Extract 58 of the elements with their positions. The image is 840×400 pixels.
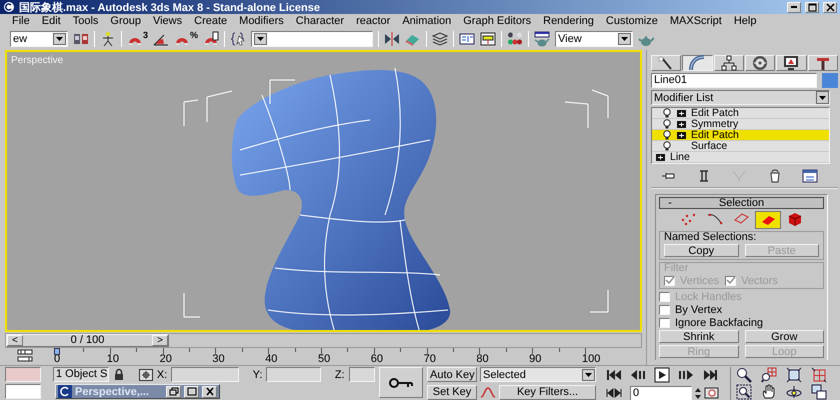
frame-tick-label: 100 [582,353,602,365]
menu-item[interactable]: MAXScript [664,15,728,27]
menu-item[interactable]: Views [146,15,188,27]
menu-item[interactable]: Edit [36,15,67,27]
coordinate-label: Z: [334,368,345,380]
frame-tick-label: 50 [318,353,332,365]
menu-item[interactable]: Animation [396,15,458,27]
frame-tick-label: 80 [476,353,490,365]
coordinate-label: Y: [252,368,262,380]
menu-item[interactable]: Create [188,15,234,27]
menu-item[interactable]: Tools [66,15,104,27]
menu-item[interactable]: Character [290,15,350,27]
snap-label: % [190,31,198,40]
key-set-dropdown[interactable]: Selected [480,367,596,382]
menu-item[interactable]: Group [104,15,147,27]
menu-item[interactable]: Help [728,15,762,27]
panel-button[interactable]: Copy [664,244,738,257]
dropdown-field[interactable]: View [555,31,634,47]
menu-item[interactable]: Modifiers [233,15,290,27]
frame-tick-label: 10 [106,353,120,365]
time-slider-thumb[interactable]: < 0 / 100 > [6,334,169,347]
menu-item[interactable]: Graph Editors [457,15,538,27]
frame-tick-label: 70 [424,353,437,365]
menu-item[interactable]: Customize [600,15,664,27]
menu-item[interactable]: reactor [350,15,396,27]
panel-button[interactable]: Grow [744,330,824,343]
coordinate-label: X: [156,368,168,380]
menu-item[interactable]: Rendering [537,15,600,27]
checkbox-label: By Vertex [675,304,722,316]
frame-counter: 0 / 100 [70,335,106,346]
selection-status-field: 1 Object S [53,367,110,382]
auto-key-button[interactable]: Auto Key [427,367,477,382]
viewport-label: Perspective [11,55,64,66]
modifier-stack-item[interactable]: Edit Patch [652,130,829,141]
menu-item[interactable]: File [6,15,36,27]
next-frame-button[interactable]: > [152,335,168,346]
checkbox-label: Ignore Backfacing [675,316,764,328]
window-title: 国际象棋.max - Autodesk 3ds Max 8 - Stand-alone License [19,0,321,14]
modifier-stack-item[interactable]: Line [652,152,829,163]
frame-tick-label: 40 [265,353,278,365]
frame-tick-label: 30 [212,353,226,365]
rollout-header[interactable]: - Selection [659,197,824,209]
snap-label: 3 [143,31,148,40]
frame-tick-label: 20 [160,353,173,365]
modifier-stack-item[interactable]: Edit Patch [652,108,829,119]
frame-tick-label: 90 [529,353,542,365]
panel-button[interactable]: Shrink [659,330,738,343]
minimized-window-title: Perspective,... [75,386,150,398]
key-filters-button[interactable]: Key Filters... [499,384,596,400]
object-name-field[interactable]: Line01 [651,73,817,88]
set-key-button[interactable]: Set Key [427,384,477,400]
group-label: Named Selections: [664,232,758,243]
current-frame-field[interactable]: 0 [630,386,692,400]
previous-frame-button[interactable]: < [7,335,23,346]
modifier-list-dropdown[interactable]: Modifier List [651,90,830,105]
frame-tick-label: 60 [370,353,384,365]
dropdown-field[interactable]: ew [10,31,68,47]
modifier-stack-item[interactable]: Surface [652,141,829,152]
